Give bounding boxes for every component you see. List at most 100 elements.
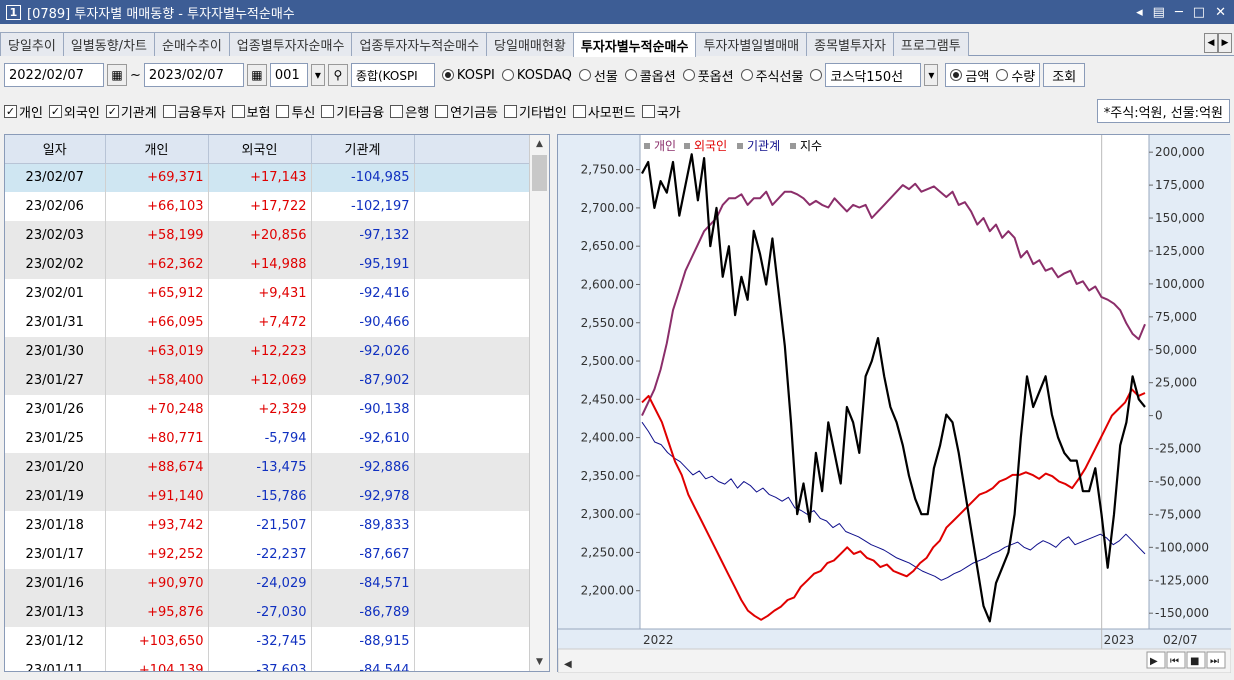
- filter-private-fund[interactable]: 사모펀드: [572, 102, 636, 121]
- table-row[interactable]: 23/01/27 +58,400 +12,069 -87,902: [5, 366, 530, 395]
- table-row[interactable]: 23/01/19 +91,140 -15,786 -92,978: [5, 482, 530, 511]
- table-row[interactable]: 23/01/17 +92,252 -22,237 -87,667: [5, 540, 530, 569]
- radio-futures[interactable]: 선물: [578, 66, 618, 85]
- filter-investment-trust[interactable]: 투신: [276, 102, 315, 121]
- filter-foreign[interactable]: ✓ 외국인: [48, 102, 100, 121]
- radio-call-option[interactable]: 콜옵션: [624, 66, 676, 85]
- filter-other-corp-box[interactable]: [504, 104, 517, 118]
- filter-bank-box[interactable]: [390, 104, 404, 118]
- query-button[interactable]: 조회: [1043, 63, 1086, 87]
- tab-investor-daily-trading[interactable]: 투자자별일별매매: [695, 32, 808, 56]
- radio-stock-futures-dot[interactable]: [740, 69, 753, 81]
- table-row[interactable]: 23/02/06 +66,103 +17,722 -102,197: [5, 192, 530, 221]
- tab-net-buy-trend[interactable]: 순매수추이: [153, 32, 230, 56]
- search-icon[interactable]: ⚲: [327, 64, 348, 86]
- start-date-input[interactable]: 2022/02/07: [4, 63, 104, 87]
- table-row[interactable]: 23/01/18 +93,742 -21,507 -89,833: [5, 511, 530, 540]
- close-icon[interactable]: ✕: [1215, 5, 1226, 20]
- tab-scroll-right-icon[interactable]: ▶: [1218, 33, 1232, 53]
- play-icon[interactable]: ▶: [1150, 656, 1158, 667]
- filter-insurance-box[interactable]: [231, 104, 245, 118]
- table-row[interactable]: 23/02/01 +65,912 +9,431 -92,416: [5, 279, 530, 308]
- filter-private-fund-box[interactable]: [572, 104, 586, 118]
- radio-index-dot[interactable]: [810, 69, 823, 81]
- filter-individual[interactable]: ✓ 개인: [4, 102, 43, 121]
- code-dropdown-icon[interactable]: ▾: [310, 64, 325, 86]
- table-row[interactable]: 23/01/12 +103,650 -32,745 -88,915: [5, 627, 530, 656]
- filter-financial-investment-box[interactable]: [162, 104, 176, 118]
- index-select[interactable]: 코스닥150선: [825, 63, 922, 87]
- maximize-icon[interactable]: □: [1193, 5, 1205, 20]
- hscroll-left-icon[interactable]: ◀: [564, 659, 572, 670]
- radio-stock-futures[interactable]: 주식선물: [740, 66, 803, 85]
- last-icon[interactable]: ⏭: [1210, 656, 1219, 667]
- radio-amount-dot[interactable]: [950, 69, 963, 81]
- tab-scroll-left-icon[interactable]: ◀: [1204, 33, 1218, 53]
- table-row[interactable]: 23/01/25 +80,771 -5,794 -92,610: [5, 424, 530, 453]
- radio-kosdaq[interactable]: KOSDAQ: [501, 68, 572, 83]
- tab-sector-investor-cumulative[interactable]: 업종투자자누적순매수: [351, 32, 488, 56]
- start-calendar-icon[interactable]: ▦: [107, 64, 127, 86]
- filter-bank[interactable]: 은행: [390, 102, 429, 121]
- radio-call-dot[interactable]: [624, 69, 637, 81]
- col-header-foreign[interactable]: 외국인: [208, 135, 312, 164]
- radio-put-dot[interactable]: [682, 69, 695, 81]
- radio-kosdaq-dot[interactable]: [501, 69, 514, 81]
- index-dropdown-icon[interactable]: ▾: [924, 64, 939, 86]
- filter-institution-box[interactable]: ✓: [105, 104, 119, 118]
- filter-government-box[interactable]: [641, 104, 655, 118]
- filter-other-finance[interactable]: 기타금융: [321, 102, 384, 121]
- table-row[interactable]: 23/01/30 +63,019 +12,223 -92,026: [5, 337, 530, 366]
- filter-pension[interactable]: 연기금등: [435, 102, 498, 121]
- table-scrollbar[interactable]: ▲ ▼: [529, 135, 549, 671]
- code-input[interactable]: 001: [269, 63, 308, 87]
- table-row[interactable]: 23/01/13 +95,876 -27,030 -86,789: [5, 598, 530, 627]
- table-row[interactable]: 23/01/20 +88,674 -13,475 -92,886: [5, 453, 530, 482]
- tab-daily-chart[interactable]: 일별동향/차트: [62, 32, 155, 56]
- filter-institution[interactable]: ✓ 기관계: [105, 102, 157, 121]
- minimize-icon[interactable]: ─: [1175, 5, 1183, 20]
- col-header-individual[interactable]: 개인: [105, 135, 209, 164]
- layout-icon[interactable]: ▤: [1153, 5, 1165, 20]
- col-header-institution[interactable]: 기관계: [311, 135, 415, 164]
- filter-other-corp[interactable]: 기타법인: [504, 102, 567, 121]
- radio-index-select[interactable]: [810, 69, 823, 81]
- tab-program[interactable]: 프로그램투: [892, 32, 969, 56]
- cell-foreign: +9,431: [208, 279, 312, 308]
- radio-kospi-dot[interactable]: [441, 69, 454, 81]
- tab-stock-investor[interactable]: 종목별투자자: [806, 32, 894, 56]
- filter-financial-investment[interactable]: 금융투자: [162, 102, 226, 121]
- tab-sector-investor-net[interactable]: 업종별투자자순매수: [228, 32, 353, 56]
- filter-pension-box[interactable]: [435, 104, 449, 118]
- table-row[interactable]: 23/02/03 +58,199 +20,856 -97,132: [5, 221, 530, 250]
- tab-daily-trend[interactable]: 당일추이: [0, 32, 64, 56]
- chart-hscrollbar[interactable]: [557, 648, 1232, 674]
- table-row[interactable]: 23/01/16 +90,970 -24,029 -84,571: [5, 569, 530, 598]
- scroll-down-icon[interactable]: ▼: [530, 653, 549, 671]
- tab-daily-trading-status[interactable]: 당일매매현황: [486, 32, 574, 56]
- filter-individual-box[interactable]: ✓: [4, 104, 17, 118]
- radio-futures-dot[interactable]: [578, 69, 591, 81]
- end-calendar-icon[interactable]: ▦: [246, 64, 267, 86]
- radio-quantity-dot[interactable]: [996, 69, 1009, 81]
- scroll-up-icon[interactable]: ▲: [530, 135, 549, 153]
- filter-investment-trust-box[interactable]: [276, 104, 290, 118]
- table-row[interactable]: 23/01/11 +104,139 -37,603 -84,544: [5, 656, 530, 671]
- table-row[interactable]: 23/02/02 +62,362 +14,988 -95,191: [5, 250, 530, 279]
- tab-investor-cumulative-net[interactable]: 투자자별누적순매수: [572, 32, 697, 57]
- scroll-thumb[interactable]: [532, 155, 547, 191]
- filter-other-finance-box[interactable]: [321, 104, 335, 118]
- filter-insurance[interactable]: 보험: [231, 102, 270, 121]
- col-header-date[interactable]: 일자: [5, 135, 106, 164]
- filter-government[interactable]: 국가: [641, 102, 681, 121]
- filter-foreign-box[interactable]: ✓: [48, 104, 62, 118]
- radio-put-option[interactable]: 풋옵션: [682, 66, 734, 85]
- end-date-input[interactable]: 2023/02/07: [143, 63, 244, 87]
- first-icon[interactable]: ⏮: [1170, 656, 1179, 667]
- table-row[interactable]: 23/01/31 +66,095 +7,472 -90,466: [5, 308, 530, 337]
- back-icon[interactable]: ◂: [1136, 5, 1143, 20]
- table-row[interactable]: 23/01/26 +70,248 +2,329 -90,138: [5, 395, 530, 424]
- radio-kospi[interactable]: KOSPI: [441, 68, 495, 83]
- stop-icon[interactable]: ■: [1190, 656, 1199, 667]
- table-row[interactable]: 23/02/07 +69,371 +17,143 -104,985: [5, 163, 530, 192]
